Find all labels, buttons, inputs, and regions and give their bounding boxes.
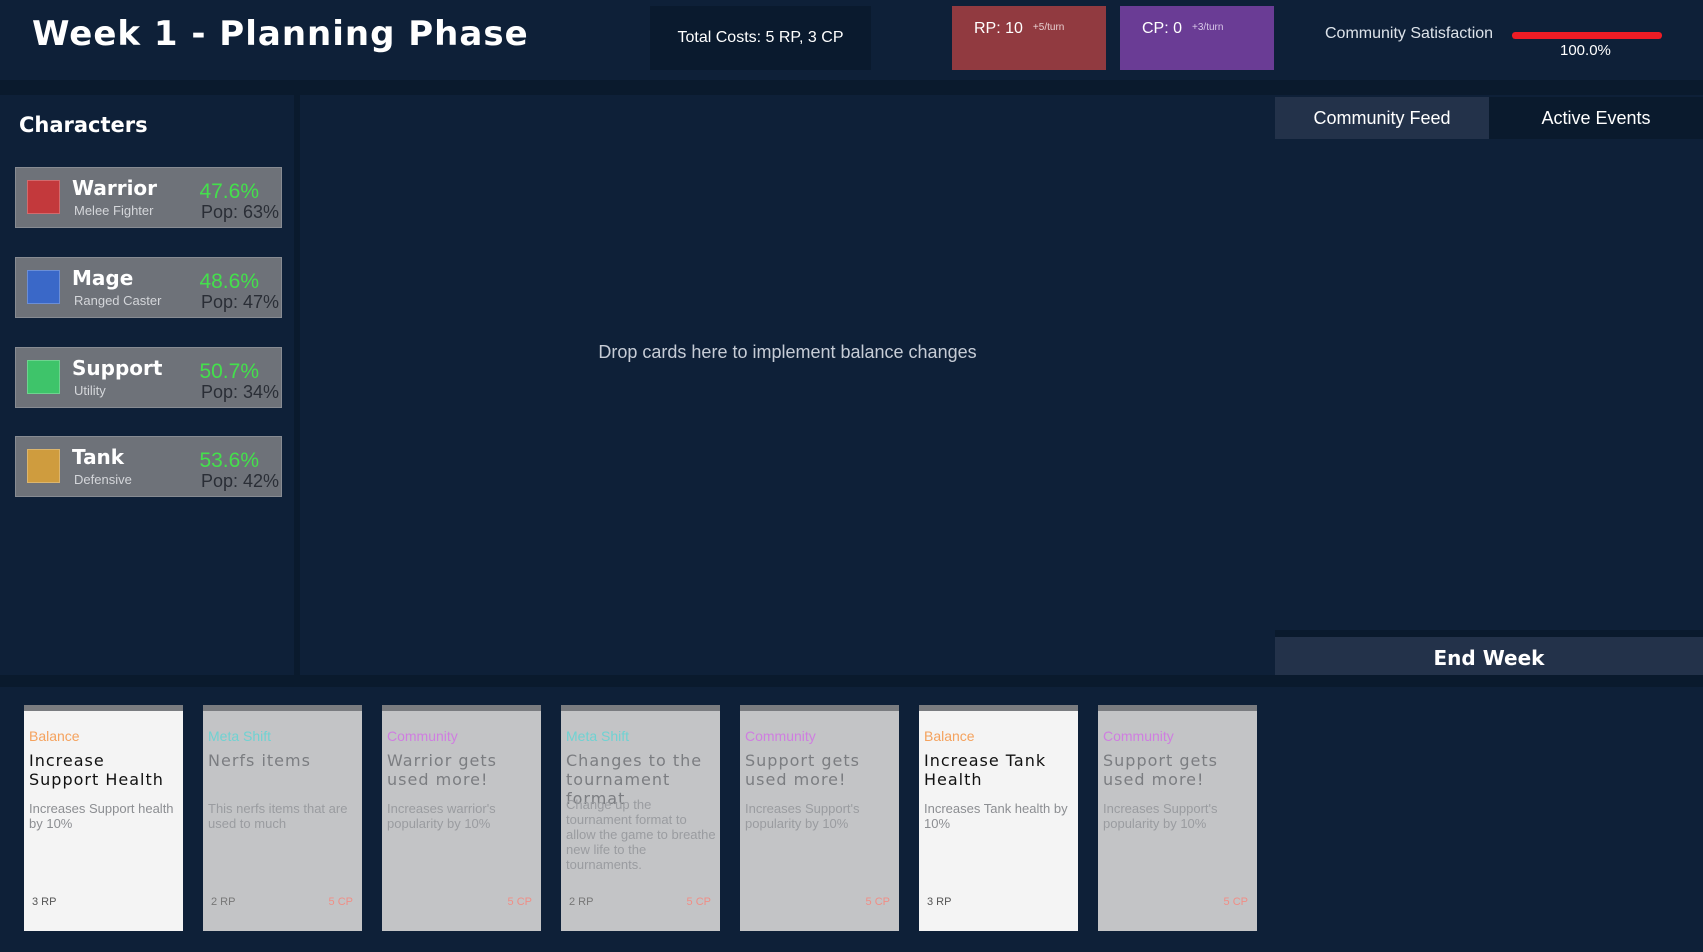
card-description: Increases Tank health by 10% [924,801,1068,831]
card-title: Increase Support Health [29,751,164,789]
right-panel-tabs: Community Feed Active Events [1275,97,1703,139]
characters-title: Characters [19,113,148,137]
card-cp-cost: 5 CP [865,896,890,908]
card-rp-cost: 2 RP [569,896,594,908]
card-cp-cost: 5 CP [1223,896,1248,908]
character-color-swatch [27,449,60,483]
rp-rate: +5/turn [1032,22,1065,33]
character-card-mage[interactable]: Mage Ranged Caster 48.6% Pop: 47% [15,257,282,318]
rp-value: RP: 10 [974,20,1023,37]
tab-active-events[interactable]: Active Events [1489,97,1703,139]
card-description: This nerfs items that are used to much [208,801,348,831]
end-week-button[interactable]: End Week [1275,637,1703,679]
hand-card[interactable]: Meta Shift Nerfs items This nerfs items … [203,705,362,931]
character-name: Tank [72,445,125,469]
card-rp-cost: 2 RP [211,896,236,908]
card-drop-zone[interactable]: Drop cards here to implement balance cha… [306,95,1269,675]
right-divider [1275,630,1703,637]
hand-card[interactable]: Community Support gets used more! Increa… [1098,705,1257,931]
character-role: Utility [74,383,106,398]
hand-card[interactable]: Balance Increase Tank Health Increases T… [919,705,1078,931]
satisfaction-value: 100.0% [1560,42,1611,59]
character-color-swatch [27,360,60,394]
drop-zone-hint: Drop cards here to implement balance cha… [598,342,977,362]
card-hand: Balance Increase Support Health Increase… [0,687,1703,952]
week-title: Week 1 - Planning Phase [32,14,529,54]
card-cp-cost: 5 CP [686,896,711,908]
top-divider [0,80,1703,95]
cp-value: CP: 0 [1142,20,1183,37]
hand-card[interactable]: Community Support gets used more! Increa… [740,705,899,931]
card-type: Balance [924,728,975,744]
character-color-swatch [27,270,60,304]
card-rp-cost: 3 RP [32,896,57,908]
character-card-warrior[interactable]: Warrior Melee Fighter 47.6% Pop: 63% [15,167,282,228]
character-win-rate: 48.6% [199,270,259,293]
cp-rate: +3/turn [1192,22,1224,33]
character-win-rate: 47.6% [199,180,259,203]
character-win-rate: 53.6% [199,449,259,472]
hand-card[interactable]: Balance Increase Support Health Increase… [24,705,183,931]
card-title: Nerfs items [208,751,311,770]
right-panel: Community Feed Active Events End Week [1275,95,1703,679]
hand-card[interactable]: Meta Shift Changes to the tournament for… [561,705,720,931]
card-description: Increases Support health by 10% [29,801,174,831]
character-role: Defensive [74,472,132,487]
card-rp-cost: 3 RP [927,896,952,908]
character-card-support[interactable]: Support Utility 50.7% Pop: 34% [15,347,282,408]
card-description: Increases Support's popularity by 10% [745,801,860,831]
hand-card[interactable]: Community Warrior gets used more! Increa… [382,705,541,931]
character-color-swatch [27,180,60,214]
character-name: Mage [72,266,134,290]
top-bar: Week 1 - Planning Phase Total Costs: 5 R… [0,0,1703,80]
tab-community-feed[interactable]: Community Feed [1275,97,1489,139]
character-popularity: Pop: 42% [200,471,279,491]
cp-resource-box: CP: 0 +3/turn [1120,6,1274,70]
card-type: Balance [29,728,80,744]
satisfaction-bar [1512,32,1662,39]
total-costs: Total Costs: 5 RP, 3 CP [650,6,871,70]
character-popularity: Pop: 47% [200,292,279,312]
character-popularity: Pop: 63% [200,202,279,222]
character-role: Melee Fighter [74,203,154,218]
character-popularity: Pop: 34% [200,382,279,402]
character-win-rate: 50.7% [199,360,259,383]
character-name: Warrior [72,176,158,200]
card-description: Increases warrior's popularity by 10% [387,801,496,831]
card-type: Meta Shift [208,728,272,744]
character-card-tank[interactable]: Tank Defensive 53.6% Pop: 42% [15,436,282,497]
card-title: Support gets used more! [745,751,860,789]
rp-resource-box: RP: 10 +5/turn [952,6,1106,70]
bottom-divider [0,675,1703,687]
characters-panel: Characters Warrior Melee Fighter 47.6% P… [0,95,300,675]
card-description: Change up the tournament format to allow… [566,797,716,872]
card-type: Meta Shift [566,728,630,744]
card-title: Support gets used more! [1103,751,1218,789]
satisfaction-label: Community Satisfaction [1325,25,1494,42]
character-role: Ranged Caster [74,293,162,308]
character-name: Support [72,356,163,380]
satisfaction-bar-fill [1512,32,1662,39]
card-cp-cost: 5 CP [507,896,532,908]
card-title: Increase Tank Health [924,751,1047,789]
community-feed-area [1275,139,1703,628]
card-type: Community [745,728,816,744]
card-type: Community [387,728,458,744]
card-title: Warrior gets used more! [387,751,497,789]
card-type: Community [1103,728,1174,744]
card-description: Increases Support's popularity by 10% [1103,801,1218,831]
card-cp-cost: 5 CP [328,896,353,908]
